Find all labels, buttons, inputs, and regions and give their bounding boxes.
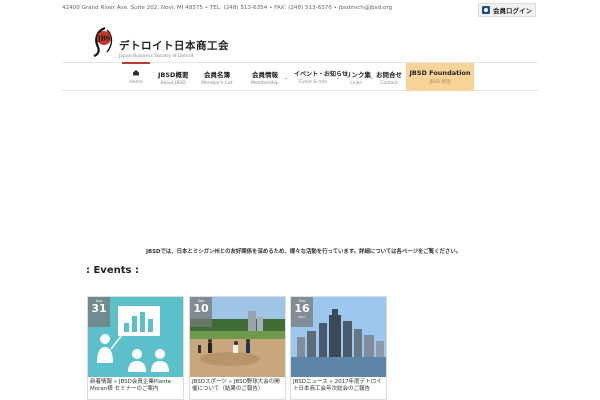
nav-events[interactable]: イベント・お知らせ Event & Info ⌄ <box>294 63 348 91</box>
nav-members-en: Member's List <box>201 81 233 86</box>
top-bar: 42400 Grand River Ave. Suite 202, Novi, … <box>0 0 600 19</box>
nav-links-jp: リンク集 <box>345 71 371 79</box>
nav-home-icon <box>122 69 150 78</box>
event-title-link[interactable]: JBSDニュース » 2017年度デトロイト日本商工会年次総会のご報告 <box>293 379 385 393</box>
event-card[interactable]: Aug 31 新着情報 » JBSD会員企業Plante Moran様 セミナー… <box>87 296 184 400</box>
logo-mark[interactable]: JBS <box>91 26 117 58</box>
nav-membership[interactable]: 会員情報 Membership ⌄ <box>248 63 288 91</box>
nav-foundation-label: JBSD Foundation <box>409 69 471 77</box>
nav-contact-en: Contact <box>380 81 398 86</box>
member-login-button[interactable]: 会員ログイン <box>478 3 536 17</box>
nav-foundation[interactable]: JBSD Foundation JBSD 財団 <box>406 63 474 91</box>
nav-members[interactable]: 会員名簿 Member's List <box>200 63 234 91</box>
chevron-down-icon: ⌄ <box>369 75 374 81</box>
event-date-badge: Sep 10 <box>190 297 212 327</box>
logo-text[interactable]: デトロイト日本商工会 Japan Business Society of Det… <box>119 38 229 59</box>
event-year: 2017 <box>298 315 306 319</box>
user-icon <box>482 6 490 14</box>
nav-about[interactable]: JBSD概要 About JBSD ⌄ <box>158 63 189 91</box>
event-card[interactable]: Sep 16 2017 JBSDニュース » 2017年度デトロイト日本商工会年… <box>290 296 387 400</box>
nav-home-label: Home <box>129 80 143 85</box>
event-date-badge: Aug 31 <box>88 297 110 327</box>
chevron-down-icon: ⌄ <box>184 75 189 81</box>
chevron-down-icon: ⌄ <box>335 75 340 81</box>
nav-home[interactable]: Home <box>122 62 150 91</box>
nav-members-jp: 会員名簿 <box>204 71 230 79</box>
nav-contact[interactable]: お問合せ Contact <box>376 63 402 91</box>
event-title-link[interactable]: 新着情報 » JBSD会員企業Plante Moran様 セミナーのご案内 <box>90 379 182 393</box>
nav-foundation-sub: JBSD 財団 <box>429 80 451 85</box>
events-heading: : Events : <box>86 265 139 276</box>
nav-links[interactable]: リンク集 Links ⌄ <box>345 63 374 91</box>
member-login-label: 会員ログイン <box>493 7 532 15</box>
nav-contact-jp: お問合せ <box>376 71 402 79</box>
site-subtitle: Japan Business Society of Detroit <box>119 54 194 59</box>
intro-notice: JBSDでは、日本とミシガン州との友好関係を深めるため、様々な活動を行っています… <box>146 249 462 255</box>
nav-membership-en: Membership <box>251 81 279 86</box>
contact-info: 42400 Grand River Ave. Suite 202, Novi, … <box>62 5 393 11</box>
main-nav: Home JBSD概要 About JBSD ⌄ 会員名簿 Member's L… <box>62 62 538 91</box>
nav-membership-jp: 会員情報 <box>252 71 278 79</box>
nav-links-en: Links <box>350 81 362 86</box>
event-title-link[interactable]: JBSDスポーツ » JBSD野球大会の開催について（結果のご報告） <box>192 379 284 393</box>
event-date-badge: Sep 16 2017 <box>291 297 313 327</box>
chevron-down-icon: ⌄ <box>283 75 288 81</box>
nav-events-en: Event & Info <box>299 80 327 85</box>
nav-events-jp: イベント・お知らせ <box>294 71 348 78</box>
site-title: デトロイト日本商工会 <box>119 40 229 52</box>
event-card[interactable]: Sep 10 JBSDスポーツ » JBSD野球大会の開催について（結果のご報告… <box>189 296 286 400</box>
event-day: 16 <box>294 302 310 315</box>
event-day: 31 <box>91 302 107 315</box>
nav-about-jp: JBSD概要 <box>158 71 189 79</box>
logo-mark-text: JBS <box>97 36 110 43</box>
nav-about-en: About JBSD <box>160 81 186 86</box>
event-day: 10 <box>193 302 209 315</box>
